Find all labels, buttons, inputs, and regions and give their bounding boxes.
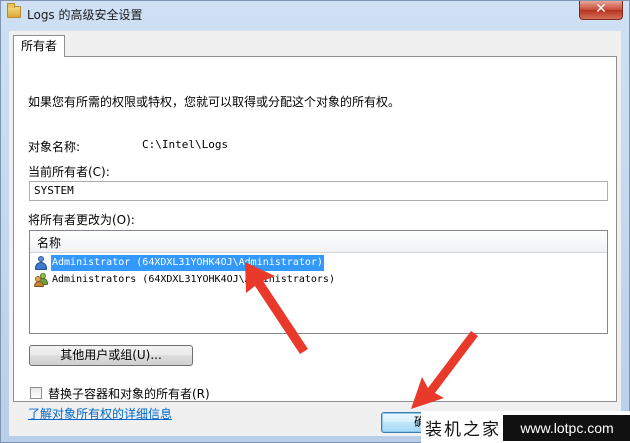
list-item-administrator[interactable]: Administrator (64XDXL31YOHK4OJ\Administr… — [32, 255, 602, 271]
learn-ownership-link[interactable]: 了解对象所有权的详细信息 — [28, 405, 172, 422]
watermark-url: www.lotpc.com — [503, 415, 630, 441]
tab-owner[interactable]: 所有者 — [13, 35, 66, 57]
user-icon — [34, 256, 48, 270]
owner-tab-panel: 如果您有所需的权限或特权，您就可以取得或分配这个对象的所有权。 对象名称: C:… — [13, 56, 617, 421]
list-item-label: Administrator (64XDXL31YOHK4OJ\Administr… — [51, 255, 324, 271]
close-button[interactable]: ✕ — [579, 1, 623, 20]
current-owner-field[interactable]: SYSTEM — [29, 181, 608, 201]
dialog-client-area: 所有者 如果您有所需的权限或特权，您就可以取得或分配这个对象的所有权。 对象名称… — [9, 31, 621, 436]
list-column-header[interactable]: 名称 — [30, 231, 607, 253]
replace-owner-checkbox[interactable] — [30, 387, 42, 399]
security-settings-window: Logs 的高级安全设置 ✕ 所有者 如果您有所需的权限或特权，您就可以取得或分… — [0, 0, 630, 443]
change-owner-label: 将所有者更改为(O): — [28, 213, 135, 227]
replace-owner-label: 替换子容器和对象的所有者(R) — [48, 387, 210, 401]
object-name-label: 对象名称: — [28, 140, 81, 154]
object-name-value: C:\Intel\Logs — [142, 138, 229, 151]
current-owner-label: 当前所有者(C): — [28, 165, 110, 179]
list-item-administrators[interactable]: Administrators (64XDXL31YOHK4OJ\Administ… — [32, 272, 602, 288]
window-title: Logs 的高级安全设置 — [27, 8, 143, 22]
folder-icon — [7, 3, 21, 18]
intro-text: 如果您有所需的权限或特权，您就可以取得或分配这个对象的所有权。 — [28, 95, 401, 109]
group-icon — [34, 273, 48, 287]
owner-candidates-list[interactable]: 名称 Administrator (64XDXL31YOHK4OJ\Admini… — [29, 230, 608, 334]
column-header-name: 名称 — [37, 236, 62, 250]
other-users-or-groups-button[interactable]: 其他用户或组(U)... — [29, 345, 193, 366]
title-bar[interactable]: Logs 的高级安全设置 ✕ — [1, 1, 629, 27]
site-watermark: 装机之家 www.lotpc.com — [421, 411, 630, 443]
watermark-site-name: 装机之家 — [425, 420, 501, 440]
list-item-label: Administrators (64XDXL31YOHK4OJ\Administ… — [52, 274, 335, 285]
